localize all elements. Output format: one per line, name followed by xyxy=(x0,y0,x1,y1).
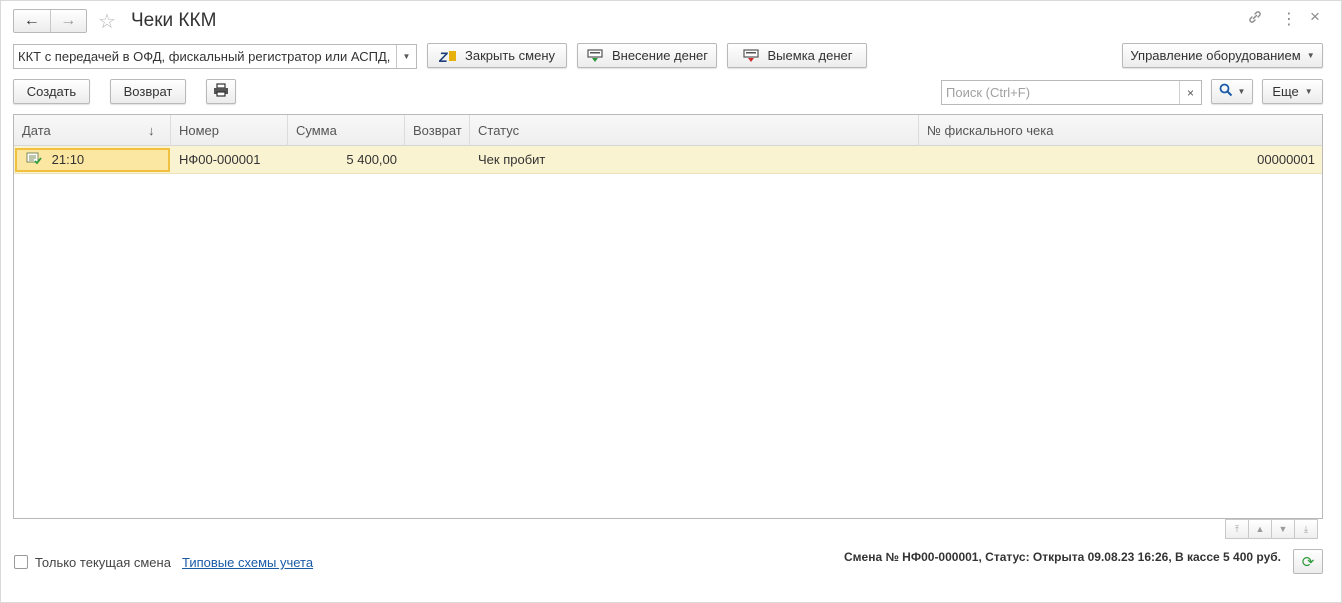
only-current-shift-label[interactable]: Только текущая смена xyxy=(35,555,171,570)
return-button[interactable]: Возврат xyxy=(110,79,186,104)
cash-out-label: Выемка денег xyxy=(767,48,853,63)
cash-in-label: Внесение денег xyxy=(611,48,709,63)
arrow-left-icon: ← xyxy=(23,12,40,29)
table-header: Дата ↓ Номер Сумма Возврат Статус № фиск… xyxy=(14,115,1322,146)
page-down-icon[interactable]: ▼ xyxy=(1271,519,1295,539)
table-row[interactable]: 21:10 НФ00-000001 5 400,00 Чек пробит 00… xyxy=(14,146,1322,174)
register-cash-out-icon xyxy=(742,48,760,64)
dropdown-caret-icon: ▼ xyxy=(1304,87,1313,96)
cell-date[interactable]: 21:10 xyxy=(18,146,173,174)
clear-search-icon[interactable]: × xyxy=(1179,81,1201,104)
dropdown-caret-icon: ▼ xyxy=(1306,51,1315,60)
cell-sum[interactable]: 5 400,00 xyxy=(288,146,405,174)
device-select-value: ККТ с передачей в ОФД, фискальный регист… xyxy=(18,49,391,64)
last-page-icon[interactable]: ⤓ xyxy=(1294,519,1318,539)
table-pagination: ⤒ ▲ ▼ ⤓ xyxy=(1225,519,1318,539)
close-icon[interactable]: × xyxy=(1310,7,1320,27)
close-shift-label: Закрыть смену xyxy=(464,48,556,63)
search-icon xyxy=(1219,83,1233,100)
dropdown-caret-icon: ▼ xyxy=(1237,87,1246,96)
favorite-star-icon[interactable]: ☆ xyxy=(98,9,116,34)
column-header-return[interactable]: Возврат xyxy=(405,115,470,146)
equipment-menu-button[interactable]: Управление оборудованием ▼ xyxy=(1122,43,1323,68)
printer-icon xyxy=(213,83,229,100)
link-icon[interactable] xyxy=(1247,9,1263,29)
more-menu-button[interactable]: Еще ▼ xyxy=(1262,79,1323,104)
first-page-icon[interactable]: ⤒ xyxy=(1225,519,1249,539)
posted-document-icon xyxy=(26,147,42,175)
more-vert-icon[interactable]: ⋮ xyxy=(1281,9,1297,29)
cell-status[interactable]: Чек пробит xyxy=(470,146,919,174)
arrow-right-icon: → xyxy=(60,12,77,29)
close-shift-button[interactable]: Z Закрыть смену xyxy=(427,43,567,68)
device-select[interactable]: ККТ с передачей в ОФД, фискальный регист… xyxy=(13,44,417,69)
cash-out-button[interactable]: Выемка денег xyxy=(727,43,867,68)
receipts-table[interactable]: Дата ↓ Номер Сумма Возврат Статус № фиск… xyxy=(13,114,1323,519)
page-title: Чеки ККМ xyxy=(131,10,217,31)
register-cash-in-icon xyxy=(586,48,604,64)
column-header-fiscal-number[interactable]: № фискального чека xyxy=(919,115,1322,146)
history-nav: ← → xyxy=(13,9,87,33)
back-button[interactable]: ← xyxy=(14,10,50,32)
cell-fiscal-number[interactable]: 00000001 xyxy=(919,146,1322,174)
close-shift-icon: Z xyxy=(439,48,457,64)
shift-status-text: Смена № НФ00-000001, Статус: Открыта 09.… xyxy=(844,550,1281,564)
create-button[interactable]: Создать xyxy=(13,79,90,104)
refresh-button[interactable]: ⟳ xyxy=(1293,549,1323,574)
print-button[interactable] xyxy=(206,79,236,104)
svg-text:Z: Z xyxy=(439,49,448,64)
column-header-number[interactable]: Номер xyxy=(171,115,288,146)
window: ← → ☆ Чеки ККМ ⋮ × ККТ с передачей в ОФД… xyxy=(0,0,1342,603)
search-input[interactable] xyxy=(942,81,1179,104)
refresh-icon: ⟳ xyxy=(1301,553,1315,571)
column-header-status[interactable]: Статус xyxy=(470,115,919,146)
return-label: Возврат xyxy=(123,84,173,99)
create-label: Создать xyxy=(26,84,77,99)
equipment-label: Управление оборудованием xyxy=(1130,48,1301,63)
cash-in-button[interactable]: Внесение денег xyxy=(577,43,717,68)
only-current-shift-checkbox[interactable] xyxy=(14,555,28,569)
cell-return[interactable] xyxy=(405,146,470,174)
column-header-date[interactable]: Дата ↓ xyxy=(14,115,171,146)
forward-button[interactable]: → xyxy=(49,10,87,32)
more-label: Еще xyxy=(1272,84,1299,99)
cell-number[interactable]: НФ00-000001 xyxy=(171,146,288,174)
chevron-down-icon[interactable]: ▼ xyxy=(396,45,416,68)
search-box: × xyxy=(941,80,1202,105)
search-options-button[interactable]: ▼ xyxy=(1211,79,1253,104)
sort-desc-icon: ↓ xyxy=(148,123,155,138)
accounting-schemes-link[interactable]: Типовые схемы учета xyxy=(182,555,313,570)
page-up-icon[interactable]: ▲ xyxy=(1248,519,1272,539)
column-header-sum[interactable]: Сумма xyxy=(288,115,405,146)
